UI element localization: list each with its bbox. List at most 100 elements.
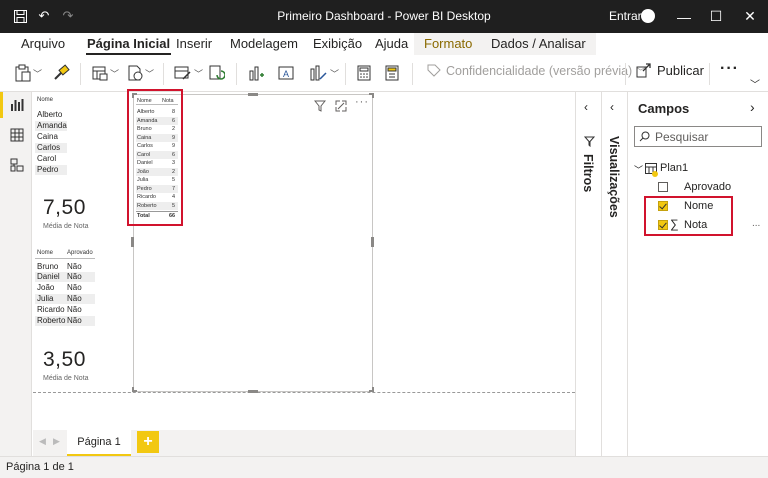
tab-ajuda[interactable]: Ajuda (374, 36, 409, 55)
tab-arquivo[interactable]: Arquivo (20, 36, 66, 55)
slicer-item[interactable]: Carlos (35, 143, 67, 153)
search-placeholder: Pesquisar (655, 129, 709, 144)
bar-chart-plus-icon (249, 66, 264, 81)
recent-sources-icon (128, 65, 143, 81)
table-cell: Bruno (37, 262, 59, 271)
card-label: Média de Nota (43, 375, 89, 382)
table-header: Nome (37, 250, 54, 256)
model-view-icon[interactable] (10, 158, 24, 172)
title-bar: ↶ ↷ Primeiro Dashboard - Power BI Deskto… (0, 0, 768, 33)
sign-in-link[interactable]: Entrar (609, 9, 642, 23)
resize-handle[interactable] (132, 387, 137, 392)
new-visual-button[interactable] (248, 63, 264, 83)
table-cell: Daniel (37, 272, 60, 281)
more-visuals-button[interactable]: ﹀ (310, 63, 339, 83)
tab-pagina-inicial[interactable]: Página Inicial (86, 36, 172, 55)
card-value: 7,50 (43, 196, 86, 219)
calculator-icon (357, 65, 371, 81)
publish-button[interactable]: Publicar (636, 62, 704, 78)
avatar[interactable] (641, 9, 655, 23)
field-checkbox[interactable] (658, 182, 668, 192)
table-cell: Não (67, 316, 82, 325)
resize-handle[interactable] (369, 387, 374, 392)
add-page-button[interactable]: + (137, 431, 159, 453)
page-tabs-bar: ◀ ▶ Página 1 + (33, 430, 601, 456)
text-box-button[interactable]: A (278, 63, 294, 83)
resize-handle[interactable] (369, 93, 374, 98)
card-value: 3,50 (43, 348, 86, 371)
tab-dados-analisar[interactable]: Dados / Analisar (481, 33, 596, 55)
quick-measure-button[interactable] (385, 63, 401, 83)
field-more-options[interactable]: ... (752, 218, 760, 229)
resize-handle[interactable] (248, 93, 258, 96)
table-cell: João (37, 283, 55, 292)
filters-label: Filtros (581, 154, 595, 193)
refresh-icon (209, 65, 225, 80)
table-cell: Ricardo (37, 305, 65, 314)
publish-label: Publicar (657, 62, 704, 78)
get-data-button[interactable]: ﹀ (92, 63, 119, 83)
table-cell: Não (67, 305, 82, 314)
next-page-icon[interactable]: ▶ (53, 436, 60, 447)
data-view-icon[interactable] (10, 128, 24, 142)
tab-modelagem[interactable]: Modelagem (229, 36, 299, 55)
table-cell: Roberto (37, 316, 66, 325)
chevron-left-icon[interactable]: ‹ (584, 100, 588, 114)
paste-button[interactable]: ﹀ (15, 63, 42, 83)
recent-sources-button[interactable]: ﹀ (127, 63, 154, 83)
ribbon-more-button[interactable]: ··· (720, 60, 739, 78)
focus-mode-icon[interactable] (335, 100, 347, 112)
table-cell: Não (67, 294, 82, 303)
chevron-down-icon[interactable]: ﹀ (634, 163, 643, 176)
table-header: Aprovado (67, 250, 93, 256)
page-boundary (33, 392, 575, 393)
search-icon (639, 131, 650, 142)
resize-handle[interactable] (248, 390, 258, 393)
chevron-left-icon[interactable]: ‹ (610, 100, 614, 114)
resize-handle[interactable] (131, 237, 134, 247)
filters-pane[interactable]: ‹ Filtros (575, 92, 601, 456)
chevron-right-icon[interactable]: › (750, 99, 755, 115)
prev-page-icon[interactable]: ◀ (39, 436, 46, 447)
format-painter-button[interactable] (52, 63, 70, 83)
ribbon-collapse-icon[interactable]: ﹀ (750, 76, 760, 91)
clipboard-icon (15, 64, 31, 82)
table-cell: Não (67, 272, 82, 281)
field-label[interactable]: Aprovado (684, 181, 731, 193)
more-visuals-icon (310, 65, 327, 81)
slicer-item[interactable]: Carol (35, 154, 67, 164)
slicer-item[interactable]: Caina (35, 132, 67, 142)
tab-exibicao[interactable]: Exibição (312, 36, 363, 55)
tab-formato[interactable]: Formato (414, 33, 483, 55)
tag-icon (427, 64, 441, 77)
close-button[interactable]: ✕ (730, 0, 768, 33)
visualizations-label: Visualizações (607, 136, 621, 218)
data-icon (92, 66, 108, 81)
resize-handle[interactable] (371, 237, 374, 247)
report-view-icon[interactable] (10, 98, 24, 112)
table-cell: Não (67, 262, 82, 271)
filter-icon[interactable] (314, 100, 326, 112)
fields-title: Campos (638, 101, 690, 116)
visual-more-options[interactable]: ··· (355, 96, 369, 108)
table-name[interactable]: Plan1 (660, 162, 688, 174)
transform-data-button[interactable]: ﹀ (174, 63, 203, 83)
highlight-box (127, 89, 183, 226)
text-box-icon: A (278, 66, 294, 80)
visualizations-pane[interactable]: ‹ Visualizações (601, 92, 627, 456)
status-bar: Página 1 de 1 (0, 456, 768, 478)
slicer-item[interactable]: Pedro (35, 165, 67, 175)
slicer-item[interactable]: Alberto (35, 110, 67, 120)
slicer-item[interactable]: Amanda (35, 121, 67, 131)
fields-pane: Campos › Pesquisar ﹀ Plan1 Aprovado Nome… (627, 92, 768, 456)
refresh-button[interactable] (209, 63, 225, 83)
card-label: Média de Nota (43, 223, 89, 230)
new-measure-button[interactable] (357, 63, 371, 83)
sensitivity-label: Confidencialidade (versão prévia) (446, 64, 633, 78)
page-tab[interactable]: Página 1 (67, 430, 131, 456)
sensitivity-button[interactable]: Confidencialidade (versão prévia) ﹀ (427, 64, 645, 78)
fields-search-input[interactable]: Pesquisar (634, 126, 762, 147)
view-rail (0, 92, 32, 456)
report-canvas[interactable]: Nome Alberto Amanda Caina Carlos Carol P… (33, 89, 575, 430)
tab-inserir[interactable]: Inserir (175, 36, 213, 55)
